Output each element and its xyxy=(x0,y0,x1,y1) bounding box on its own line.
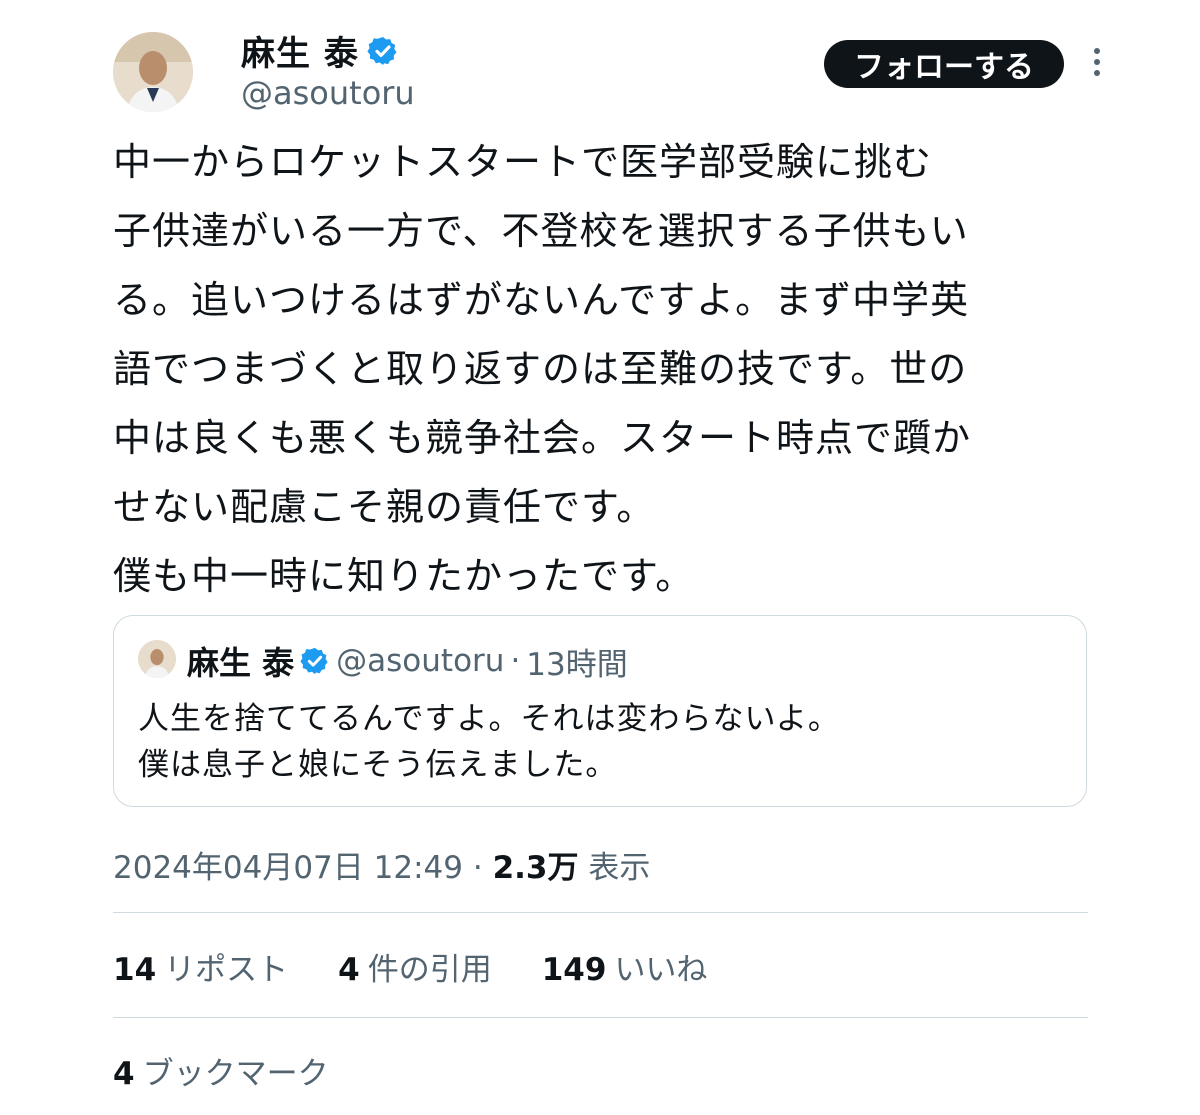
bookmarks-label: ブックマーク xyxy=(142,1056,329,1092)
avatar[interactable] xyxy=(113,32,193,112)
avatar-photo-icon xyxy=(138,640,176,678)
tweet-meta: 2024年04月07日 12:49 · 2.3万 表示 xyxy=(113,842,650,887)
verified-badge-icon xyxy=(300,647,328,675)
tweet-line: 中は良くも悪くも競争社会。スタート時点で躓か xyxy=(113,416,972,460)
reposts-count: 14 xyxy=(113,952,157,988)
quoted-tweet-card[interactable]: 麻生 泰 @asoutoru · 13時間 人生を捨ててるんですよ。それは変わら… xyxy=(113,615,1087,807)
author-name[interactable]: 麻生 泰 xyxy=(241,26,359,75)
tweet-line: 語でつまづくと取り返すのは至難の技です。世の xyxy=(113,347,968,391)
quotes-count: 4 xyxy=(338,952,360,988)
quoted-author-name: 麻生 泰 xyxy=(187,644,295,682)
verified-badge-icon xyxy=(367,36,397,65)
quoted-line: 僕は息子と娘にそう伝えました。 xyxy=(138,747,618,783)
views-label: 表示 xyxy=(588,850,651,886)
quoted-header: 麻生 泰 @asoutoru · 13時間 xyxy=(187,638,628,684)
reposts-label: リポスト xyxy=(164,952,289,988)
tweet-line: せない配慮こそ親の責任です。 xyxy=(113,485,656,529)
views-count: 2.3万 xyxy=(492,850,579,886)
bookmarks-stat: 4 ブックマーク xyxy=(113,1048,329,1093)
engagement-stats: 14 リポスト 4 件の引用 149 いいね xyxy=(113,944,707,989)
reposts-stat[interactable]: 14 リポスト xyxy=(113,944,288,989)
quoted-author-handle: @asoutoru xyxy=(336,643,505,679)
more-options-icon[interactable] xyxy=(1086,48,1108,82)
tweet-line: る。追いつけるはずがないんですよ。まず中学英 xyxy=(113,278,970,322)
tweet-text: 中一からロケットスタートで医学部受験に挑む 子供達がいる一方で、不登校を選択する… xyxy=(113,128,1093,611)
tweet-line: 中一からロケットスタートで医学部受験に挑む xyxy=(113,140,933,184)
quotes-stat[interactable]: 4 件の引用 xyxy=(338,944,492,989)
quoted-avatar xyxy=(138,640,176,678)
likes-count: 149 xyxy=(541,952,607,988)
tweet-line: 僕も中一時に知りたかったです。 xyxy=(113,554,695,598)
follow-button[interactable]: フォローする xyxy=(824,40,1064,88)
author-handle[interactable]: @asoutoru xyxy=(241,74,415,112)
separator-dot: · xyxy=(510,643,521,679)
divider xyxy=(113,1017,1088,1018)
likes-label: いいね xyxy=(614,952,708,988)
quoted-timestamp: 13時間 xyxy=(526,646,628,683)
quoted-text: 人生を捨ててるんですよ。それは変わらないよ。 僕は息子と娘にそう伝えました。 xyxy=(138,696,840,788)
quotes-label: 件の引用 xyxy=(367,952,492,988)
avatar-photo-icon xyxy=(113,32,193,112)
likes-stat[interactable]: 149 いいね xyxy=(542,944,708,989)
bookmarks-count: 4 xyxy=(113,1056,135,1092)
tweet-timestamp[interactable]: 2024年04月07日 12:49 xyxy=(113,850,463,886)
author-name-row[interactable]: 麻生 泰 xyxy=(241,26,399,75)
quoted-line: 人生を捨ててるんですよ。それは変わらないよ。 xyxy=(138,701,840,737)
tweet-line: 子供達がいる一方で、不登校を選択する子供もい xyxy=(113,209,969,253)
divider xyxy=(113,912,1088,913)
separator-dot: · xyxy=(472,850,483,886)
